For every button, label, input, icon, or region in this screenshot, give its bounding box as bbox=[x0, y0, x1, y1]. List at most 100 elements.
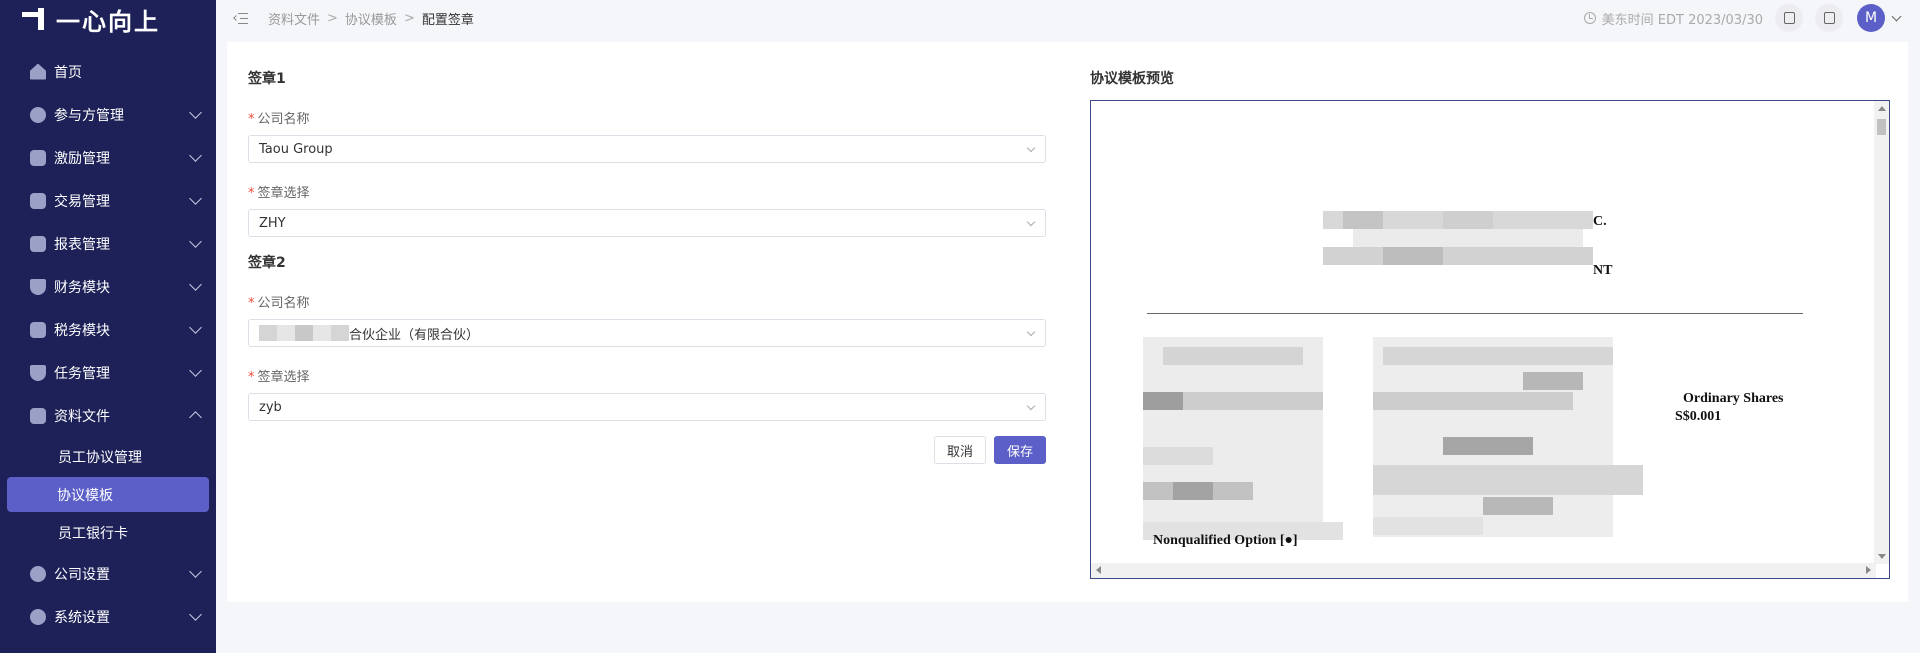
logo-mark-icon bbox=[22, 6, 52, 32]
form-actions: 取消 保存 bbox=[934, 436, 1046, 464]
topbar: 资料文件 > 协议模板 > 配置签章 美东时间 EDT 2023/03/30 M bbox=[216, 0, 1920, 36]
seal2-seal-group: * 签章选择 zyb bbox=[248, 366, 1046, 421]
tax-icon bbox=[30, 321, 46, 338]
preview-title: 协议模板预览 bbox=[1090, 71, 1174, 87]
sidebar-item-system-settings[interactable]: 系统设置 bbox=[0, 595, 216, 638]
breadcrumb-separator-icon: > bbox=[403, 10, 415, 26]
seal1-company-select[interactable]: Taou Group bbox=[248, 135, 1046, 163]
redacted-text bbox=[259, 325, 349, 341]
doc-text: C. bbox=[1593, 214, 1607, 229]
breadcrumb-item[interactable]: 资料文件 bbox=[268, 9, 320, 28]
sidebar-item-transactions[interactable]: 交易管理 bbox=[0, 179, 216, 222]
sidebar-item-home[interactable]: 首页 bbox=[0, 50, 216, 93]
select-value: zyb bbox=[259, 399, 282, 415]
company-icon bbox=[30, 565, 46, 582]
home-icon bbox=[30, 63, 46, 80]
seal1-seal-group: * 签章选择 ZHY bbox=[248, 182, 1046, 237]
sidebar-item-company-settings[interactable]: 公司设置 bbox=[0, 552, 216, 595]
chevron-down-icon bbox=[189, 564, 202, 578]
seal2-company-label: * 公司名称 bbox=[248, 292, 1046, 311]
settings-icon bbox=[30, 608, 46, 625]
select-value: Taou Group bbox=[259, 141, 333, 157]
sidebar-item-label: 税务模块 bbox=[54, 322, 110, 339]
scroll-left-icon[interactable] bbox=[1096, 566, 1101, 574]
chevron-down-icon bbox=[189, 148, 202, 162]
seal2-company-select[interactable]: 合伙企业（有限合伙） bbox=[248, 319, 1046, 347]
breadcrumb-current: 配置签章 bbox=[421, 12, 474, 28]
scroll-thumb[interactable] bbox=[1877, 119, 1886, 135]
sidebar-subitem-agreement-templates[interactable]: 协议模板 bbox=[7, 477, 209, 512]
sidebar-subitem-label: 员工协议管理 bbox=[58, 449, 142, 466]
cancel-button[interactable]: 取消 bbox=[934, 436, 986, 464]
required-mark: * bbox=[248, 112, 255, 127]
breadcrumb-separator-icon: > bbox=[327, 10, 338, 26]
field-label-text: 签章选择 bbox=[257, 370, 310, 385]
breadcrumb-item[interactable]: 协议模板 bbox=[345, 9, 397, 28]
sidebar-item-tax[interactable]: 税务模块 bbox=[0, 308, 216, 351]
sidebar-item-incentives[interactable]: 激励管理 bbox=[0, 136, 216, 179]
breadcrumb: 资料文件 > 协议模板 > 配置签章 bbox=[268, 9, 474, 28]
task-icon bbox=[30, 364, 46, 381]
sidebar-item-reports[interactable]: 报表管理 bbox=[0, 222, 216, 265]
logo[interactable]: 一心向上 bbox=[0, 0, 216, 38]
sidebar-subitem-employee-bank-cards[interactable]: 员工银行卡 bbox=[0, 513, 216, 552]
save-button[interactable]: 保存 bbox=[994, 436, 1046, 464]
doc-text: S$0.001 bbox=[1675, 409, 1722, 424]
seal2-company-group: * 公司名称 合伙企业（有限合伙） bbox=[248, 292, 1046, 347]
chevron-down-icon bbox=[1026, 217, 1036, 227]
main-card: 签章1 * 公司名称 Taou Group * 签章选择 ZHY 签章2 * 公司名称… bbox=[227, 42, 1908, 602]
seal2-seal-select[interactable]: zyb bbox=[248, 393, 1046, 421]
sidebar-subitem-employee-agreements[interactable]: 员工协议管理 bbox=[0, 437, 216, 476]
scroll-down-icon[interactable] bbox=[1878, 554, 1886, 559]
sidebar-subitem-label: 协议模板 bbox=[57, 487, 113, 504]
sidebar-item-label: 资料文件 bbox=[54, 408, 110, 425]
horizontal-scrollbar[interactable] bbox=[1091, 563, 1876, 578]
preview-frame[interactable]: C. NT Ordinary Shares S$0.001 Nonqualifi… bbox=[1090, 100, 1890, 579]
chevron-down-icon bbox=[189, 277, 202, 291]
sidebar-item-label: 激励管理 bbox=[54, 150, 110, 167]
chevron-down-icon bbox=[1026, 143, 1036, 153]
finance-icon bbox=[30, 278, 46, 295]
calendar-check-button[interactable] bbox=[1775, 4, 1803, 32]
select-value: 合伙企业（有限合伙） bbox=[349, 327, 480, 343]
sidebar-item-label: 报表管理 bbox=[54, 236, 110, 253]
sidebar-item-documents[interactable]: 资料文件 bbox=[0, 394, 216, 437]
seal1-company-label: * 公司名称 bbox=[248, 108, 1046, 127]
logo-text: 一心向上 bbox=[56, 7, 160, 36]
chevron-down-icon bbox=[1026, 327, 1036, 337]
seal1-seal-select[interactable]: ZHY bbox=[248, 209, 1046, 237]
doc-divider bbox=[1147, 313, 1803, 314]
required-mark: * bbox=[248, 186, 255, 201]
sidebar-item-participants[interactable]: 参与方管理 bbox=[0, 93, 216, 136]
avatar[interactable]: M bbox=[1857, 4, 1885, 32]
doc-text: NT bbox=[1593, 263, 1613, 278]
select-value: ZHY bbox=[259, 215, 286, 231]
sidebar-item-finance[interactable]: 财务模块 bbox=[0, 265, 216, 308]
clipboard-icon bbox=[1823, 12, 1835, 24]
collapse-sidebar-icon[interactable] bbox=[233, 12, 248, 24]
scroll-right-icon[interactable] bbox=[1866, 566, 1871, 574]
clock-icon bbox=[1583, 12, 1596, 24]
sidebar-item-label: 财务模块 bbox=[54, 279, 110, 296]
chevron-down-icon bbox=[189, 363, 202, 377]
sidebar-item-label: 系统设置 bbox=[54, 609, 110, 626]
clipboard-button[interactable] bbox=[1815, 4, 1843, 32]
chevron-down-icon bbox=[189, 234, 202, 248]
folder-icon bbox=[30, 407, 46, 424]
chevron-down-icon bbox=[1026, 401, 1036, 411]
seal1-seal-label: * 签章选择 bbox=[248, 182, 1046, 201]
star-icon bbox=[30, 149, 46, 166]
exchange-icon bbox=[30, 192, 46, 209]
sidebar-item-label: 交易管理 bbox=[54, 193, 110, 210]
sidebar-nav: 首页 参与方管理 激励管理 交易管理 报表管理 财务模块 税务模块 任务管理 资… bbox=[0, 50, 216, 638]
users-icon bbox=[30, 106, 46, 123]
vertical-scrollbar[interactable] bbox=[1874, 101, 1889, 564]
seal1-title: 签章1 bbox=[248, 71, 286, 87]
field-label-text: 公司名称 bbox=[257, 296, 310, 311]
seal1-company-group: * 公司名称 Taou Group bbox=[248, 108, 1046, 163]
sidebar-item-tasks[interactable]: 任务管理 bbox=[0, 351, 216, 394]
scroll-up-icon[interactable] bbox=[1878, 106, 1886, 111]
chevron-down-icon[interactable] bbox=[1891, 11, 1902, 21]
sidebar-item-label: 首页 bbox=[54, 64, 82, 81]
seal2-title: 签章2 bbox=[248, 255, 286, 271]
